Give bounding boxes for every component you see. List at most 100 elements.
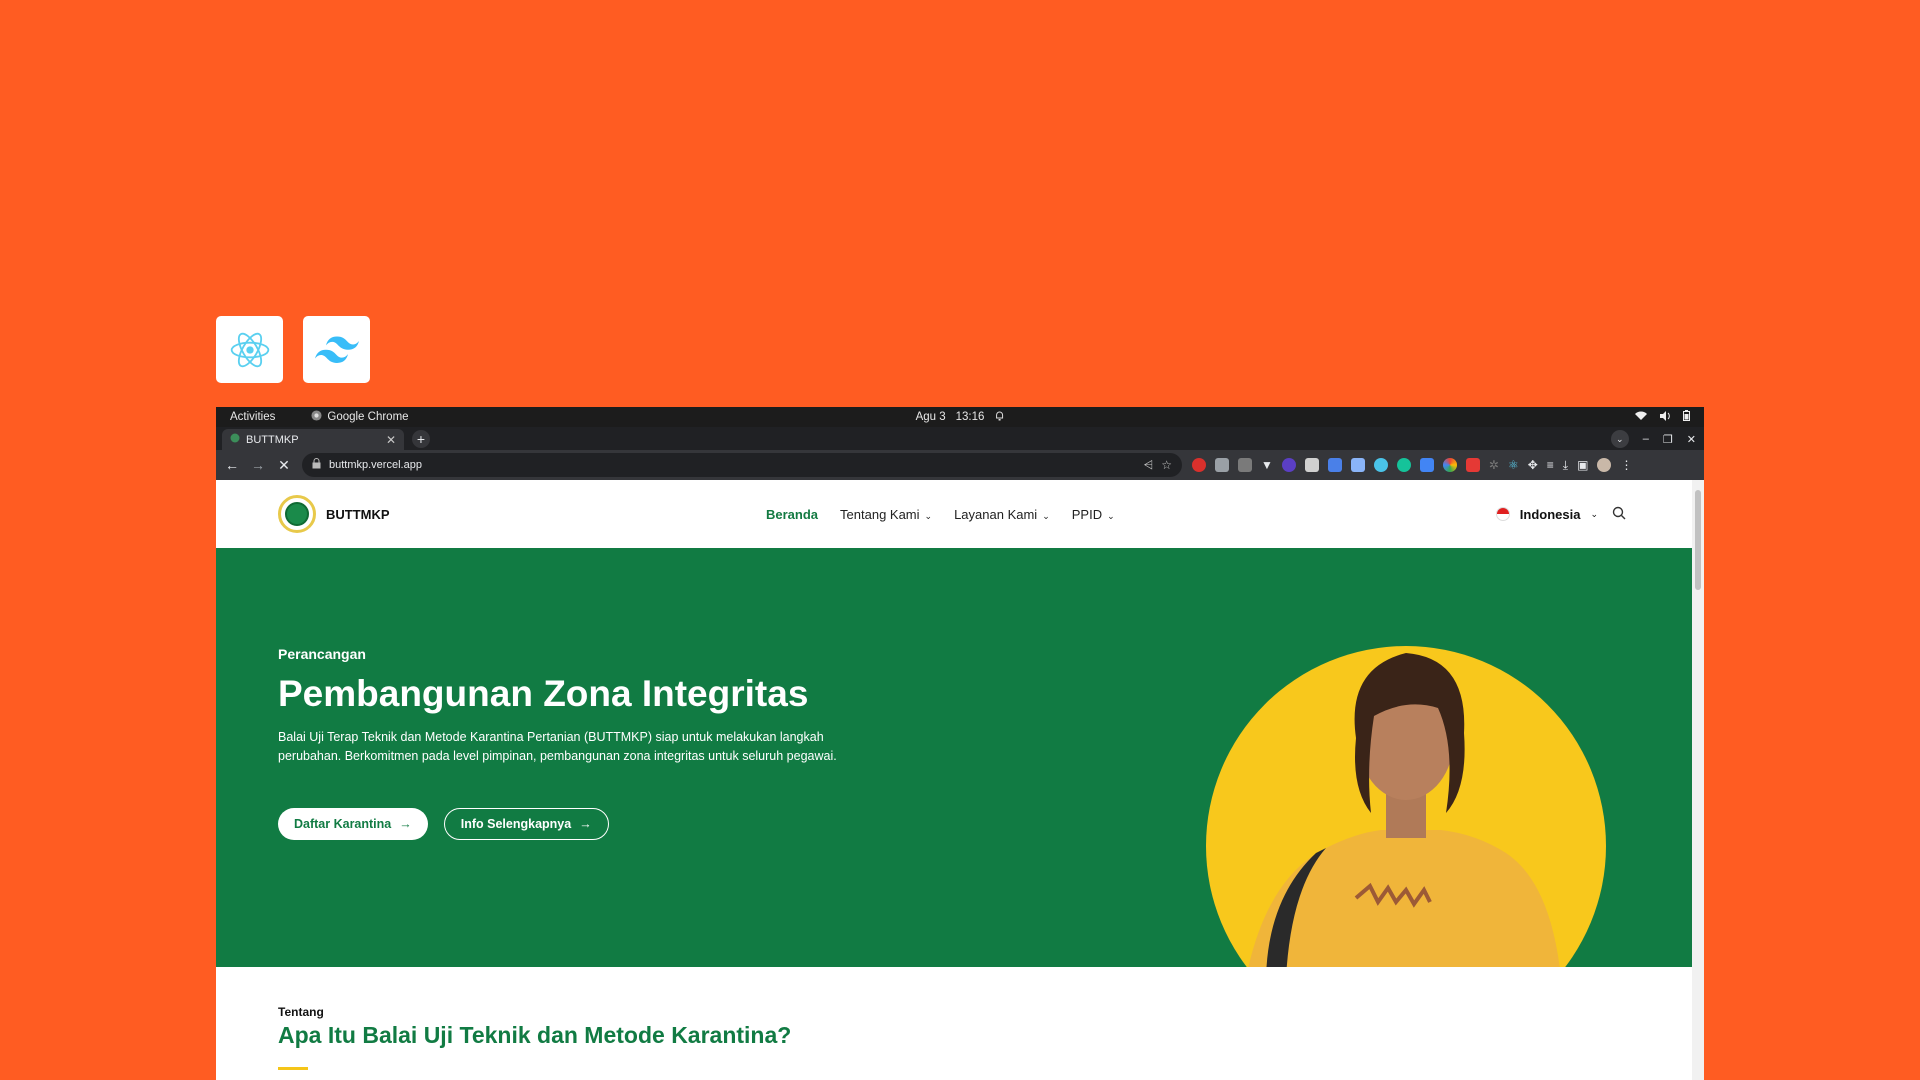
chevron-down-icon: ⌄: [1042, 510, 1050, 521]
main-nav: Beranda Tentang Kami ⌄ Layanan Kami ⌄ PPID…: [766, 507, 1115, 522]
grammarly-extension-icon[interactable]: [1396, 458, 1411, 472]
nav-label: Tentang Kami: [840, 506, 920, 522]
scrollbar-thumb[interactable]: [1695, 490, 1701, 590]
site-header: BUTTMKP Beranda Tentang Kami ⌄ Layanan Ka…: [216, 480, 1704, 548]
bookmark-star-icon[interactable]: ☆: [1161, 458, 1172, 472]
page-scrollbar[interactable]: [1692, 480, 1704, 1080]
chevron-down-icon: ⌄: [1590, 508, 1598, 519]
restore-icon[interactable]: ❐: [1663, 433, 1673, 446]
language-label: Indonesia: [1519, 506, 1581, 522]
about-section: Tentang Apa Itu Balai Uji Teknik dan Met…: [216, 967, 1692, 1080]
chrome-icon: [311, 410, 322, 424]
browser-tab[interactable]: BUTTMKP ✕: [222, 429, 404, 450]
about-label: Tentang: [278, 1005, 324, 1019]
chevron-down-icon: ⌄: [1107, 510, 1115, 521]
app-name: Google Chrome: [327, 411, 409, 423]
download-icon[interactable]: ⤓: [1563, 458, 1568, 473]
header-actions: Indonesia ⌄: [1495, 506, 1626, 523]
extension-blue-icon[interactable]: [1350, 458, 1365, 472]
chevron-down-icon: ⌄: [924, 510, 933, 521]
activities-button[interactable]: Activities: [230, 411, 275, 423]
date-label: Agu 3: [915, 411, 946, 423]
language-selector[interactable]: Indonesia ⌄: [1495, 506, 1598, 522]
title-underline: [278, 1067, 308, 1070]
extension-purple-icon[interactable]: [1281, 458, 1296, 472]
react-icon: [230, 332, 269, 367]
os-top-bar: Activities Google Chrome Agu 3 13:16: [216, 407, 1704, 427]
extension-dim-icon[interactable]: ✲: [1489, 458, 1499, 472]
extension-white-icon[interactable]: [1304, 458, 1319, 472]
indonesia-flag-icon: [1495, 507, 1510, 521]
close-window-icon[interactable]: ✕: [1687, 433, 1696, 446]
desktop-screenshot: Activities Google Chrome Agu 3 13:16 BUT…: [216, 407, 1704, 1080]
tab-strip: BUTTMKP ✕ + ⌄ – ❐ ✕: [216, 427, 1704, 450]
brand-logo-icon: [278, 495, 316, 533]
nav-item-tentang-kami[interactable]: Tentang Kami ⌄: [840, 507, 932, 522]
favicon-icon: [230, 433, 240, 446]
chrome-menu-icon[interactable]: ⋮: [1620, 458, 1632, 472]
arrow-right-icon: →: [579, 817, 592, 831]
hero-buttons: Daftar Karantina → Info Selengkapnya →: [278, 808, 609, 840]
url-text: buttmkp.vercel.app: [329, 459, 422, 471]
profile-avatar-icon[interactable]: [1597, 458, 1612, 472]
vue-extension-icon[interactable]: ▼: [1261, 458, 1273, 472]
extension-red-icon[interactable]: [1192, 458, 1206, 472]
puzzle-extensions-icon[interactable]: ✥: [1528, 458, 1538, 472]
nav-label: PPID: [1071, 506, 1103, 522]
nav-item-beranda[interactable]: Beranda: [766, 507, 818, 522]
button-label: Info Selengkapnya: [460, 817, 572, 831]
system-tray[interactable]: [1635, 410, 1690, 424]
search-icon[interactable]: [1612, 506, 1626, 523]
clock[interactable]: Agu 3 13:16: [915, 410, 1005, 424]
docs-extension-icon[interactable]: [1419, 458, 1434, 472]
hero-section: Perancangan Pembangunan Zona Integritas …: [216, 548, 1692, 967]
camera-extension-icon[interactable]: [1238, 458, 1252, 472]
page-viewport: BUTTMKP Beranda Tentang Kami ⌄ Layanan Ka…: [216, 480, 1704, 1080]
tab-title: BUTTMKP: [246, 433, 299, 446]
color-picker-extension-icon[interactable]: [1442, 458, 1457, 472]
browser-toolbar: ← → ✕ buttmkp.vercel.app ⩤ ☆ ▼ ✲ ⚛ ✥ ≡ ⤓…: [216, 450, 1704, 480]
time-label: 13:16: [955, 411, 985, 423]
brand[interactable]: BUTTMKP: [278, 495, 390, 533]
extension-red-square-icon[interactable]: [1465, 458, 1480, 472]
reading-list-icon[interactable]: ≡: [1547, 458, 1554, 472]
daftar-karantina-button[interactable]: Daftar Karantina →: [278, 808, 428, 840]
hero-title: Pembangunan Zona Integritas: [278, 673, 809, 714]
side-panel-icon[interactable]: ▣: [1577, 458, 1588, 472]
minimize-icon[interactable]: –: [1643, 433, 1649, 445]
new-tab-button[interactable]: +: [412, 430, 430, 448]
arrow-right-icon: →: [399, 817, 412, 831]
app-menu[interactable]: Google Chrome: [311, 410, 409, 424]
stop-loading-icon[interactable]: ✕: [276, 457, 292, 474]
brand-name: BUTTMKP: [326, 506, 390, 522]
extension-gray-icon[interactable]: [1215, 458, 1229, 472]
volume-icon: [1659, 410, 1671, 424]
extension-heart-icon[interactable]: [1373, 458, 1388, 472]
translate-extension-icon[interactable]: [1327, 458, 1342, 472]
hero-eyebrow: Perancangan: [278, 646, 366, 662]
react-devtools-icon[interactable]: ⚛: [1508, 458, 1519, 472]
tab-search-icon[interactable]: ⌄: [1610, 430, 1629, 448]
extensions-row: ▼ ✲ ⚛ ✥ ≡ ⤓ ▣ ⋮: [1192, 458, 1632, 473]
forward-icon[interactable]: →: [250, 457, 266, 473]
address-bar[interactable]: buttmkp.vercel.app ⩤ ☆: [302, 453, 1182, 477]
nav-item-ppid[interactable]: PPID ⌄: [1072, 507, 1115, 522]
bell-icon: [994, 410, 1004, 424]
share-icon[interactable]: ⩤: [1144, 458, 1154, 473]
close-tab-icon[interactable]: ✕: [386, 433, 396, 447]
back-icon[interactable]: ←: [224, 457, 240, 473]
hero-image: [1206, 646, 1606, 967]
nav-item-layanan-kami[interactable]: Layanan Kami ⌄: [954, 507, 1050, 522]
wifi-icon: [1635, 411, 1647, 424]
battery-icon: [1683, 410, 1690, 424]
hero-description: Balai Uji Terap Teknik dan Metode Karant…: [278, 730, 837, 763]
button-label: Daftar Karantina: [294, 817, 392, 831]
about-title: Apa Itu Balai Uji Teknik dan Metode Kara…: [278, 1022, 792, 1048]
lock-icon[interactable]: [312, 458, 321, 472]
tailwind-icon: [314, 336, 359, 363]
react-badge: [216, 316, 283, 383]
tailwind-badge: [303, 316, 370, 383]
info-selengkapnya-button[interactable]: Info Selengkapnya →: [443, 808, 609, 840]
nav-label: Layanan Kami: [954, 506, 1038, 522]
window-controls: ⌄ – ❐ ✕: [1610, 430, 1696, 448]
